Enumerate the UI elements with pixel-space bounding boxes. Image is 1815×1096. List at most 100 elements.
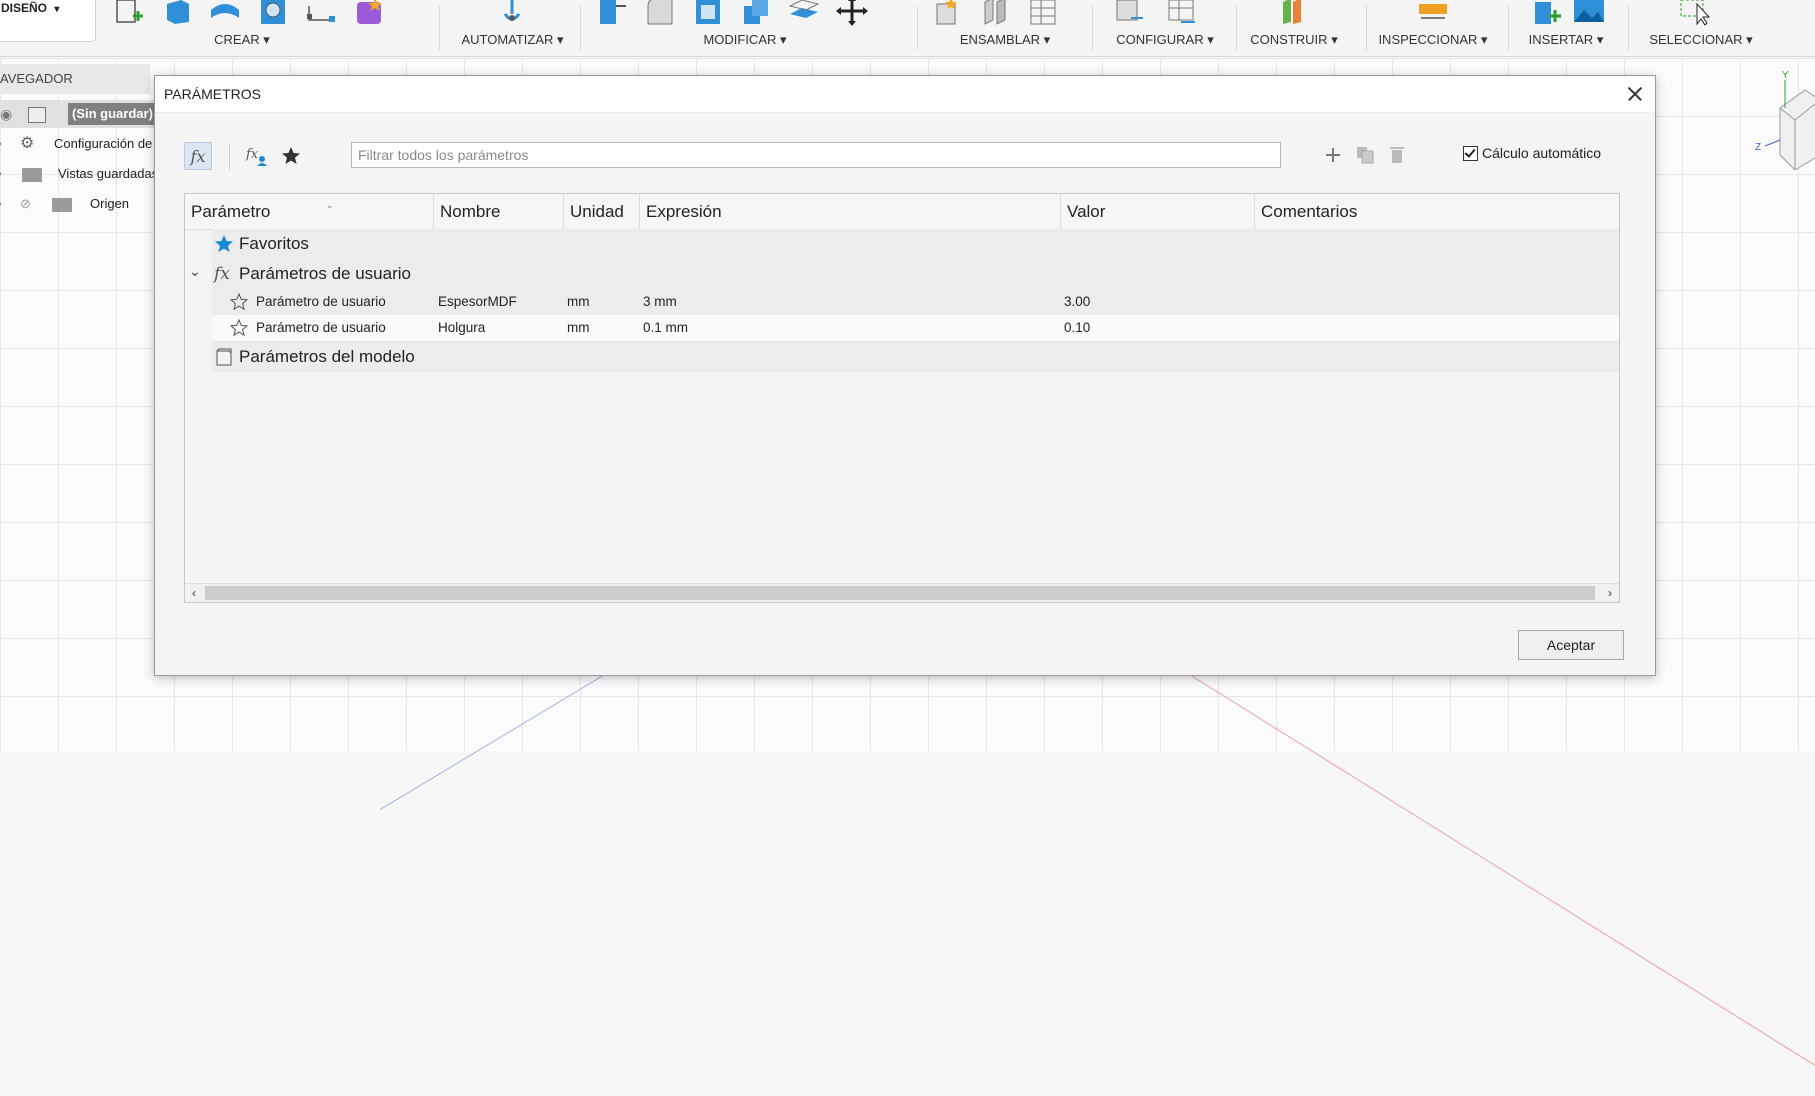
chevron-down-icon: ▾ [1481, 32, 1488, 47]
move-icon[interactable] [835, 0, 869, 26]
chevron-down-icon: ▾ [54, 4, 60, 15]
group-row-model-parameters[interactable]: Parámetros del modelo [212, 342, 1619, 372]
toolbar-group-seleccionar[interactable]: SELECCIONAR ▾ [1636, 0, 1766, 56]
new-component-icon[interactable] [930, 0, 964, 26]
column-header-expression[interactable]: Expresión [640, 194, 1061, 229]
toolbar-group-modificar[interactable]: MODIFICAR ▾ [595, 0, 890, 56]
plane-icon[interactable] [1276, 0, 1310, 26]
table-icon[interactable] [1026, 0, 1060, 26]
automate-icon[interactable] [495, 0, 529, 26]
star-outline-icon[interactable] [230, 319, 248, 337]
chevron-down-icon: ▾ [1746, 32, 1753, 47]
chevron-right-icon[interactable]: › [0, 160, 2, 188]
close-icon[interactable] [1625, 84, 1645, 104]
workspace-selector[interactable]: DISEÑO ▾ [0, 0, 96, 42]
config-table-icon[interactable] [1164, 0, 1198, 26]
chevron-right-icon[interactable]: › [0, 130, 2, 158]
delete-parameter-button[interactable] [1385, 142, 1409, 168]
shell-icon[interactable] [691, 0, 725, 26]
chevron-right-icon[interactable]: › [0, 190, 2, 218]
sort-indicator-icon: ⌄ [326, 200, 334, 210]
add-parameter-button[interactable] [1321, 142, 1345, 168]
toolbar-group-ensamblar[interactable]: ENSAMBLAR ▾ [930, 0, 1080, 56]
sketch-icon[interactable] [112, 0, 146, 26]
measure-icon[interactable] [1416, 0, 1450, 26]
column-header-name[interactable]: Nombre [434, 194, 564, 229]
unit-cell[interactable]: mm [567, 315, 590, 341]
fillet-icon[interactable] [643, 0, 677, 26]
name-cell[interactable]: EspesorMDF [438, 289, 517, 315]
toolbar-group-inspeccionar[interactable]: INSPECCIONAR ▾ [1374, 0, 1492, 56]
auto-calc-toggle[interactable]: Cálculo automático [1463, 145, 1601, 161]
expression-cell[interactable]: 3 mm [643, 289, 677, 315]
extrude-icon[interactable] [160, 0, 194, 26]
chevron-down-icon[interactable]: ⌄ [189, 263, 201, 280]
unit-cell[interactable]: mm [567, 289, 590, 315]
group-row-user-parameters[interactable]: ⌄ fx Parámetros de usuario [185, 259, 1619, 289]
scrollbar-thumb[interactable] [205, 586, 1595, 600]
form-icon[interactable] [352, 0, 386, 26]
toolbar-group-automatizar[interactable]: AUTOMATIZAR ▾ [450, 0, 575, 56]
combine-icon[interactable] [739, 0, 773, 26]
configure-icon[interactable] [1112, 0, 1146, 26]
group-label-modificar: MODIFICAR [703, 32, 777, 47]
parameters-dialog: PARÁMETROS fx fx Cálculo automático Pará… [154, 75, 1656, 676]
copy-parameter-button[interactable] [1353, 142, 1377, 168]
auto-calc-label: Cálculo automático [1482, 145, 1602, 161]
scroll-right-icon[interactable]: › [1601, 584, 1619, 602]
group-row-favorites[interactable]: Favoritos [212, 229, 1619, 259]
toolbar-divider [439, 6, 440, 50]
user-fx-filter-button[interactable]: fx [243, 142, 271, 170]
pattern-icon[interactable] [304, 0, 338, 26]
x-axis-line [1099, 618, 1815, 1096]
toolbar-divider [580, 6, 581, 50]
browser-root-row[interactable]: ◉ (Sin guardar) [0, 100, 157, 128]
joint-icon[interactable] [978, 0, 1012, 26]
browser-panel: AVEGADOR ◉ (Sin guardar) › ⚙ Configuraci… [0, 64, 160, 224]
horizontal-scrollbar[interactable]: ‹ › [185, 583, 1619, 602]
copy-icon [1357, 147, 1374, 164]
column-header-label: Comentarios [1261, 202, 1358, 221]
revolve-icon[interactable] [208, 0, 242, 26]
user-parameters-filter-button[interactable]: fx [184, 142, 212, 170]
group-label: Parámetros del modelo [239, 347, 415, 366]
table-row[interactable]: Parámetro de usuario EspesorMDF mm 3 mm … [212, 289, 1619, 316]
svg-text:fx: fx [245, 147, 259, 162]
column-header-parameter[interactable]: Parámetro ⌄ [185, 194, 434, 229]
auto-calc-checkbox[interactable] [1463, 145, 1478, 161]
insert-derive-icon[interactable] [1530, 0, 1564, 26]
offset-face-icon[interactable] [787, 0, 821, 26]
chevron-down-icon: ▾ [1043, 32, 1051, 47]
column-header-value[interactable]: Valor [1061, 194, 1255, 229]
toolbar-divider [229, 144, 230, 170]
toolbar-group-crear[interactable]: CREAR ▾ [112, 0, 432, 56]
column-header-unit[interactable]: Unidad [564, 194, 640, 229]
hole-icon[interactable] [256, 0, 290, 26]
toolbar-group-insertar[interactable]: INSERTAR ▾ [1516, 0, 1616, 56]
parameter-type-cell: Parámetro de usuario [256, 320, 386, 335]
eye-hidden-icon[interactable]: ⊘ [20, 190, 31, 218]
press-pull-icon[interactable] [595, 0, 629, 26]
dialog-titlebar: PARÁMETROS [155, 76, 1655, 113]
expression-cell[interactable]: 0.1 mm [643, 315, 688, 341]
scroll-left-icon[interactable]: ‹ [185, 584, 203, 602]
star-outline-icon[interactable] [230, 293, 248, 311]
toolbar-group-construir[interactable]: CONSTRUIR ▾ [1244, 0, 1344, 56]
view-cube[interactable]: Y Z [1750, 60, 1815, 171]
parameter-type-cell: Parámetro de usuario [256, 294, 386, 309]
toolbar-group-configurar[interactable]: CONFIGURAR ▾ [1100, 0, 1230, 56]
name-cell[interactable]: Holgura [438, 315, 485, 341]
folder-icon [22, 168, 42, 182]
table-row[interactable]: Parámetro de usuario Holgura mm 0.1 mm 0… [212, 315, 1619, 342]
chevron-down-icon: ▾ [1207, 32, 1214, 47]
filter-input[interactable] [351, 142, 1281, 168]
main-toolbar: DISEÑO ▾ CREAR ▾ AUTOMATIZAR ▾ MODIFICAR… [0, 0, 1815, 57]
favorites-filter-button[interactable] [277, 142, 305, 170]
ok-button[interactable]: Aceptar [1518, 630, 1624, 660]
eye-icon[interactable]: ◉ [0, 100, 12, 128]
insert-image-icon[interactable] [1572, 0, 1606, 26]
group-label-automatizar: AUTOMATIZAR [461, 32, 554, 47]
group-label: Favoritos [239, 234, 309, 253]
select-icon[interactable] [1678, 0, 1712, 26]
column-header-comments[interactable]: Comentarios [1255, 194, 1619, 229]
